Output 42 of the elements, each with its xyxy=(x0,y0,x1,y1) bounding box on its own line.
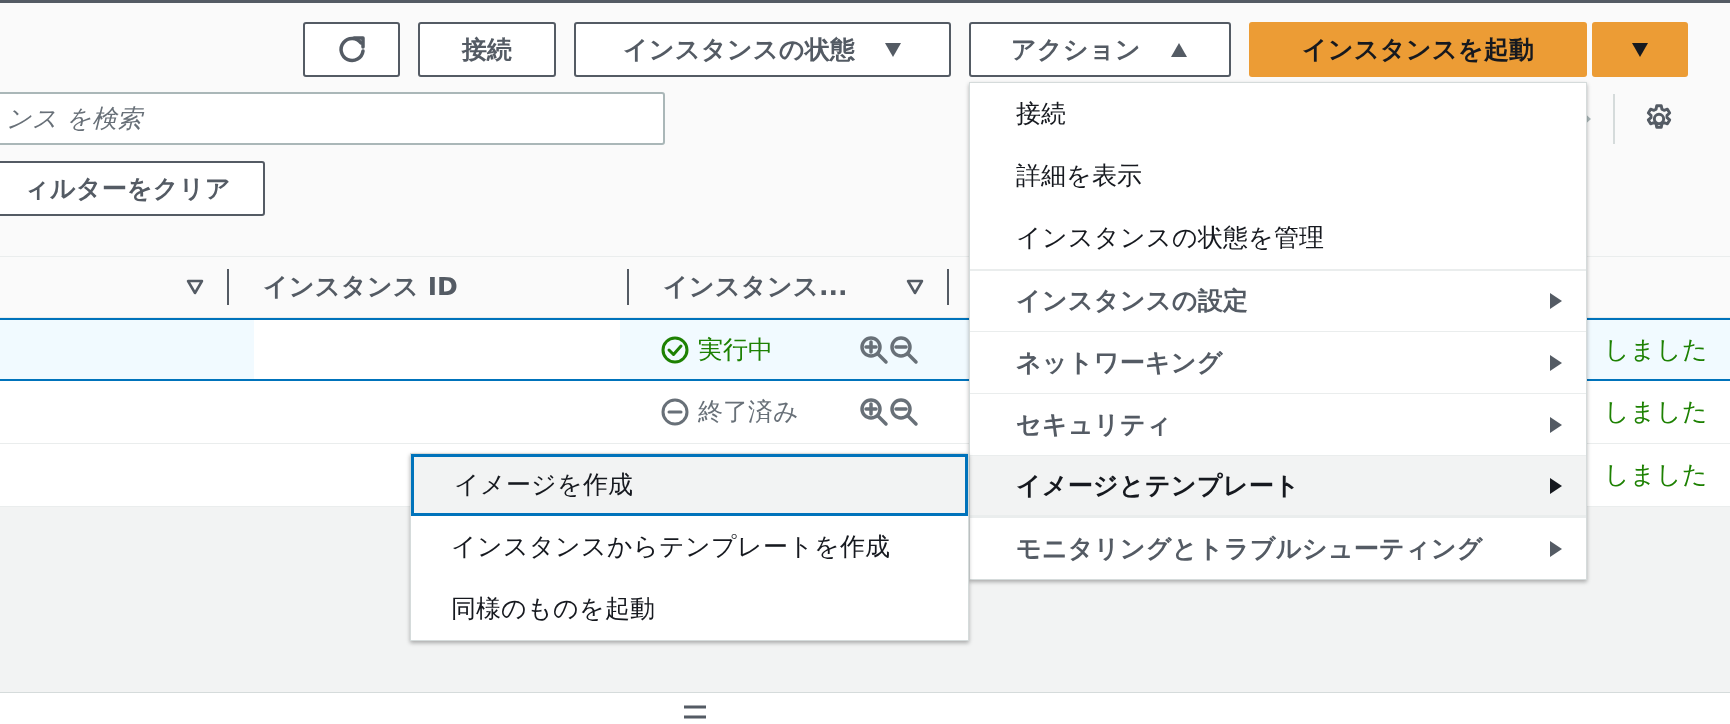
table-cell-text: しました xyxy=(1604,333,1708,366)
table-cell-text: しました xyxy=(1604,396,1708,429)
refresh-button[interactable] xyxy=(303,22,400,77)
menu-item[interactable]: インスタンスの状態を管理 xyxy=(970,207,1586,269)
sort-icon[interactable] xyxy=(905,279,925,295)
resize-handle-icon[interactable] xyxy=(683,705,707,719)
table-cell-text: しました xyxy=(1604,459,1708,492)
zoom-in-icon[interactable] xyxy=(859,397,889,427)
submenu-item[interactable]: 同様のものを起動 xyxy=(411,578,968,640)
menu-item[interactable]: 接続 xyxy=(970,83,1586,145)
status-text: 終了済み xyxy=(698,396,799,429)
launch-dropdown-button[interactable] xyxy=(1592,22,1688,77)
launch-instance-button[interactable]: インスタンスを起動 xyxy=(1249,22,1587,77)
status-text: 実行中 xyxy=(698,333,773,366)
column-header: インスタンス... xyxy=(663,271,848,304)
submenu-arrow-icon xyxy=(1548,475,1564,496)
caret-down-icon xyxy=(1630,41,1650,58)
menu-item[interactable]: 詳細を表示 xyxy=(970,145,1586,207)
menu-item[interactable]: インスタンスの設定 xyxy=(970,269,1586,331)
zoom-in-icon[interactable] xyxy=(859,334,889,365)
menu-item[interactable]: モニタリングとトラブルシューティング xyxy=(970,517,1586,579)
menu-item[interactable]: ネットワーキング xyxy=(970,331,1586,393)
sort-icon[interactable] xyxy=(185,279,205,295)
column-header: インスタンス ID xyxy=(263,271,458,304)
submenu-arrow-icon xyxy=(1548,414,1564,435)
dropdown-button[interactable]: アクション xyxy=(969,22,1231,77)
caret-up-icon xyxy=(1169,41,1189,58)
menu-item[interactable]: イメージとテンプレート xyxy=(970,455,1586,517)
minus-circle-icon xyxy=(660,397,690,427)
dropdown-button[interactable]: インスタンスの状態 xyxy=(574,22,951,77)
submenu-arrow-icon xyxy=(1548,352,1564,373)
search-field[interactable]: ンス を検索 xyxy=(0,92,665,145)
clear-filters-button[interactable]: ィルターをクリア xyxy=(0,161,265,216)
zoom-out-icon[interactable] xyxy=(889,397,919,427)
submenu-arrow-icon xyxy=(1548,538,1564,559)
check-circle-icon xyxy=(660,334,690,365)
submenu-item[interactable]: イメージを作成 xyxy=(411,454,968,516)
submenu-item[interactable]: インスタンスからテンプレートを作成 xyxy=(411,516,968,578)
caret-down-icon xyxy=(882,41,903,58)
zoom-out-icon[interactable] xyxy=(889,334,919,365)
connect-button[interactable]: 接続 xyxy=(418,22,556,77)
submenu-arrow-icon xyxy=(1548,291,1564,311)
